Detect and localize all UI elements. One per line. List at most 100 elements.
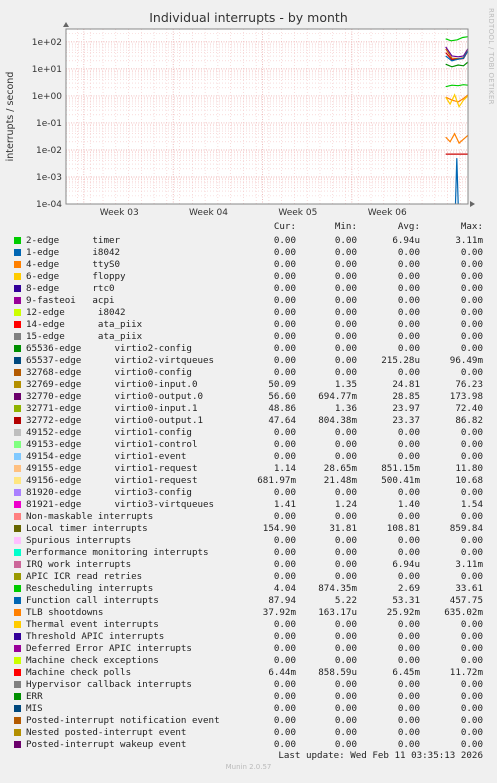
- legend-label: Threshold APIC interrupts: [26, 631, 165, 642]
- header-cur: Cur:: [273, 221, 296, 232]
- legend-swatch: [14, 645, 21, 652]
- legend-min: 0.00: [334, 691, 357, 702]
- legend-min: 694.77m: [318, 391, 357, 402]
- legend-max: 0.00: [460, 703, 483, 714]
- legend-avg: 0.00: [397, 271, 420, 282]
- legend-max: 0.00: [460, 331, 483, 342]
- legend-row: Local timer interrupts 154.90 31.81 108.81 8…: [0, 523, 497, 535]
- legend-max: 635.02m: [444, 607, 483, 618]
- legend-swatch: [14, 393, 21, 400]
- legend-row: 65536-edge virtio2-config 0.00 0.00 0.00 0.0…: [0, 343, 497, 355]
- legend-avg: 0.00: [397, 259, 420, 270]
- legend-swatch: [14, 285, 21, 292]
- legend-max: 0.00: [460, 727, 483, 738]
- legend-row: 32768-edge virtio0-config 0.00 0.00 0.00 0.0…: [0, 367, 497, 379]
- x-tick-label: Week 03: [100, 208, 139, 215]
- legend-avg: 500.41m: [381, 475, 420, 486]
- legend-avg: 0.00: [397, 511, 420, 522]
- legend-cur: 0.00: [273, 691, 296, 702]
- legend-label: 65536-edge virtio2-config: [26, 343, 192, 354]
- legend-row: 49154-edge virtio1-event 0.00 0.00 0.00 0.00: [0, 451, 497, 463]
- legend-avg: 0.00: [397, 247, 420, 258]
- chart-grid: [66, 28, 468, 205]
- legend-label: MIS: [26, 703, 43, 714]
- legend-max: 0.00: [460, 283, 483, 294]
- legend-max: 0.00: [460, 571, 483, 582]
- legend-label: 32768-edge virtio0-config: [26, 367, 192, 378]
- y-axis-ticks: 1e-04 1e-03 1e-02 1e-01 1e+00 1e+01 1e+02: [32, 38, 63, 210]
- legend-label: Function call interrupts: [26, 595, 159, 606]
- legend-row: MIS 0.00 0.00 0.00 0.00: [0, 703, 497, 715]
- legend-avg: 0.00: [397, 619, 420, 630]
- legend-row: 15-edge ata_piix 0.00 0.00 0.00 0.00: [0, 331, 497, 343]
- legend-cur: 0.00: [273, 367, 296, 378]
- legend-label: 1-edge i8042: [26, 247, 121, 258]
- legend-min: 0.00: [334, 631, 357, 642]
- legend-cur: 0.00: [273, 535, 296, 546]
- x-axis-arrow: [470, 201, 475, 207]
- legend-swatch: [14, 741, 21, 748]
- legend-swatch: [14, 597, 21, 604]
- legend-swatch: [14, 237, 21, 244]
- legend-min: 0.00: [334, 511, 357, 522]
- legend-swatch: [14, 585, 21, 592]
- header-max: Max:: [460, 221, 483, 232]
- munin-version: Munin 2.0.57: [225, 763, 272, 771]
- legend-max: 0.00: [460, 511, 483, 522]
- legend-swatch: [14, 669, 21, 676]
- legend-cur: 0.00: [273, 307, 296, 318]
- legend-cur: 154.90: [262, 523, 296, 534]
- legend-row: 14-edge ata_piix 0.00 0.00 0.00 0.00: [0, 319, 497, 331]
- legend-min: 0.00: [334, 427, 357, 438]
- legend-label: Machine check polls: [26, 667, 132, 678]
- legend-swatch: [14, 333, 21, 340]
- legend-swatch: [14, 309, 21, 316]
- legend-cur: 0.00: [273, 511, 296, 522]
- legend-avg: 0.00: [397, 427, 420, 438]
- legend-swatch: [14, 717, 21, 724]
- y-axis-label: interrupts / second: [5, 72, 16, 162]
- legend-row: Machine check exceptions 0.00 0.00 0.00 0.00: [0, 655, 497, 667]
- legend-cur: 0.00: [273, 319, 296, 330]
- legend-cur: 6.44m: [268, 667, 296, 678]
- legend-max: 173.98: [449, 391, 483, 402]
- legend-min: 0.00: [334, 259, 357, 270]
- legend-row: Hypervisor callback interrupts 0.00 0.00 0.…: [0, 679, 497, 691]
- legend-swatch: [14, 525, 21, 532]
- legend-row: 49153-edge virtio1-control 0.00 0.00 0.00 0.…: [0, 439, 497, 451]
- legend-max: 0.00: [460, 619, 483, 630]
- legend-min: 21.48m: [323, 475, 357, 486]
- legend-max: 0.00: [460, 535, 483, 546]
- legend-avg: 851.15m: [381, 463, 420, 474]
- legend-label: 81920-edge virtio3-config: [26, 487, 192, 498]
- legend-min: 0.00: [334, 247, 357, 258]
- legend-label: Local timer interrupts: [26, 523, 148, 534]
- legend-cur: 50.09: [268, 379, 296, 390]
- y-tick-label: 1e+02: [32, 38, 62, 48]
- legend-max: 0.00: [460, 343, 483, 354]
- legend-max: 3.11m: [455, 559, 483, 570]
- legend-max: 0.00: [460, 655, 483, 666]
- legend-max: 0.00: [460, 439, 483, 450]
- legend-min: 0.00: [334, 643, 357, 654]
- y-tick-label: 1e-03: [36, 173, 62, 183]
- legend-label: ERR: [26, 691, 43, 702]
- x-tick-label: Week 06: [368, 208, 407, 215]
- legend-max: 0.00: [460, 691, 483, 702]
- legend-max: 0.00: [460, 259, 483, 270]
- legend-swatch: [14, 357, 21, 364]
- legend-max: 457.75: [449, 595, 483, 606]
- legend-min: 31.81: [329, 523, 357, 534]
- legend-swatch: [14, 477, 21, 484]
- legend-cur: 47.64: [268, 415, 296, 426]
- legend-avg: 6.94u: [392, 235, 420, 246]
- legend-cur: 0.00: [273, 487, 296, 498]
- legend-max: 3.11m: [455, 235, 483, 246]
- legend-max: 859.84: [449, 523, 483, 534]
- legend-avg: 6.45m: [392, 667, 420, 678]
- legend-swatch: [14, 657, 21, 664]
- legend-cur: 0.00: [273, 295, 296, 306]
- legend-row: 81920-edge virtio3-config 0.00 0.00 0.00 0.0…: [0, 487, 497, 499]
- legend-cur: 87.94: [268, 595, 296, 606]
- munin-graph: Individual interrupts - by month RRDTOOL…: [0, 0, 497, 779]
